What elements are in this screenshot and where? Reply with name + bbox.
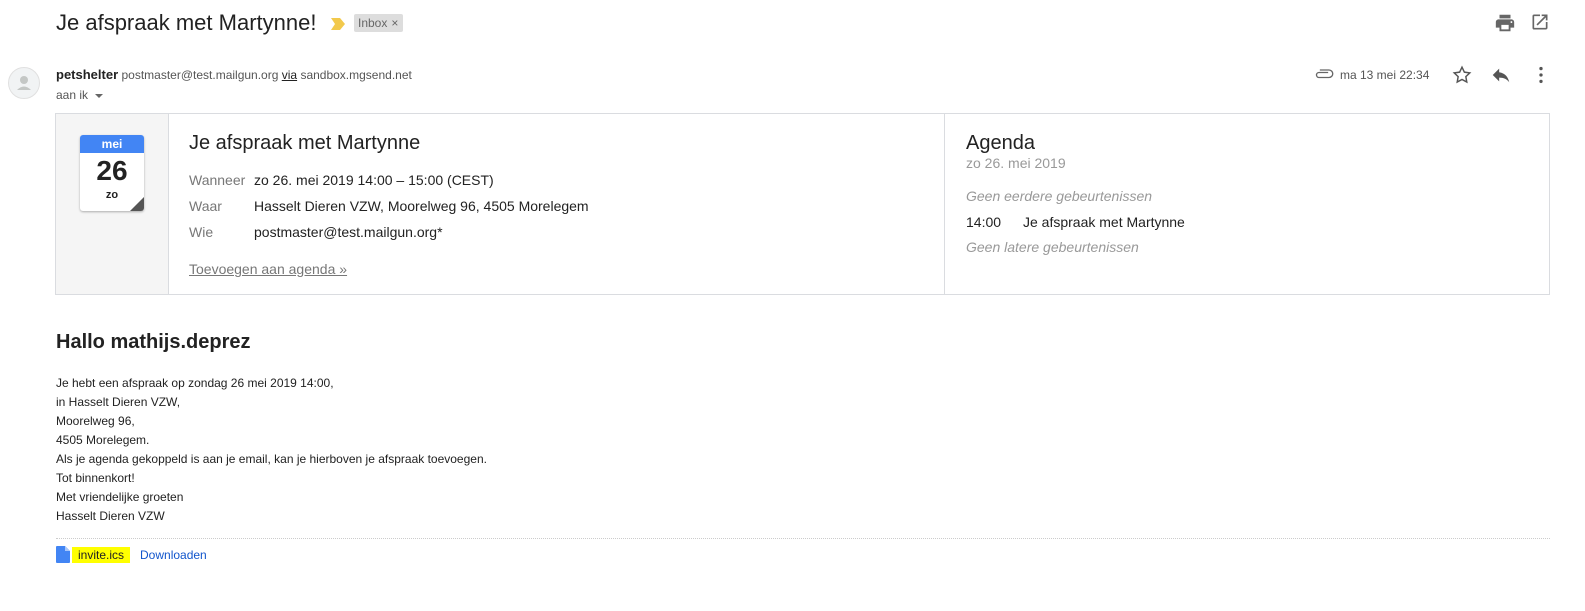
more-options-icon[interactable] [1530, 64, 1552, 86]
recipient-label: aan ik [56, 88, 89, 102]
who-label: Wie [189, 224, 214, 240]
star-icon[interactable] [1451, 64, 1473, 86]
agenda-date: zo 26. mei 2019 [966, 155, 1066, 171]
attachment-paperclip-icon [1314, 68, 1334, 82]
via-link[interactable]: via [282, 68, 297, 82]
sender-avatar[interactable] [8, 67, 40, 99]
chevron-down-icon[interactable] [91, 88, 104, 102]
attachment-row: invite.ics Downloaden [56, 546, 207, 563]
recipient-details-toggle[interactable]: aan ik [56, 88, 104, 102]
agenda-event-time: 14:00 [966, 214, 1002, 230]
body-line: Als je agenda gekoppeld is aan je email,… [56, 452, 487, 466]
sender-name[interactable]: petshelter [56, 67, 118, 82]
calendar-day: 26 [96, 155, 128, 186]
email-greeting: Hallo mathijs.deprez [56, 331, 251, 353]
attachment-file-name[interactable]: invite.ics [72, 546, 131, 563]
open-in-new-window-icon[interactable] [1530, 12, 1552, 34]
remove-label-icon[interactable]: × [391, 16, 398, 30]
agenda-panel: Agenda zo 26. mei 2019 Geen eerdere gebe… [944, 114, 1550, 294]
event-when-row: Wanneer zo 26. mei 2019 14:00 – 15:00 (C… [189, 167, 929, 193]
where-label: Waar [189, 198, 222, 214]
calendar-page-fold [130, 197, 144, 211]
importance-marker-icon[interactable] [330, 17, 346, 35]
event-title: Je afspraak met Martynne [189, 132, 421, 154]
attachment-divider [56, 538, 1550, 539]
inbox-label-text: Inbox [358, 16, 388, 30]
via-domain: sandbox.mgsend.net [300, 68, 412, 82]
body-line: Hasselt Dieren VZW [56, 509, 165, 523]
who-value: postmaster@test.mailgun.org* [254, 224, 443, 240]
email-body: Je hebt een afspraak op zondag 26 mei 20… [56, 374, 487, 526]
event-where-row: Waar Hasselt Dieren VZW, Moorelweg 96, 4… [189, 193, 929, 219]
calendar-date-icon: mei 26 zo [80, 135, 144, 211]
file-icon [56, 546, 70, 563]
add-to-calendar-link[interactable]: Toevoegen aan agenda » [189, 261, 347, 277]
event-details: Je afspraak met Martynne Wanneer zo 26. … [189, 132, 929, 279]
event-who-row: Wie postmaster@test.mailgun.org* [189, 219, 929, 245]
body-line: in Hasselt Dieren VZW, [56, 395, 181, 409]
body-line: Je hebt een afspraak op zondag 26 mei 20… [56, 376, 334, 390]
agenda-no-later-events: Geen latere gebeurtenissen [966, 239, 1139, 255]
message-date-area: ma 13 mei 22:34 [1314, 68, 1429, 82]
where-value: Hasselt Dieren VZW, Moorelweg 96, 4505 M… [254, 198, 589, 214]
sender-email: postmaster@test.mailgun.org [121, 68, 279, 82]
email-subject: Je afspraak met Martynne! [56, 10, 317, 35]
agenda-no-earlier-events: Geen eerdere gebeurtenissen [966, 188, 1153, 204]
body-line: Tot binnenkort! [56, 471, 135, 485]
sender-line: petshelter postmaster@test.mailgun.org v… [56, 67, 412, 82]
download-link[interactable]: Downloaden [140, 548, 207, 562]
calendar-month: mei [80, 135, 144, 153]
when-value: zo 26. mei 2019 14:00 – 15:00 (CEST) [254, 172, 494, 188]
calendar-date-column: mei 26 zo [56, 114, 169, 294]
body-line: Met vriendelijke groeten [56, 490, 184, 504]
message-date: ma 13 mei 22:34 [1340, 68, 1430, 82]
print-icon[interactable] [1494, 12, 1516, 34]
agenda-event[interactable]: 14:00 Je afspraak met Martynne [966, 214, 1185, 230]
inbox-label-chip: Inbox × [354, 14, 404, 32]
reply-icon[interactable] [1490, 64, 1512, 86]
agenda-title: Agenda [966, 132, 1035, 154]
agenda-event-title: Je afspraak met Martynne [1023, 214, 1185, 230]
body-line: Moorelweg 96, [56, 414, 135, 428]
body-line: 4505 Morelegem. [56, 433, 150, 447]
when-label: Wanneer [189, 172, 246, 188]
calendar-invitation-card: mei 26 zo Je afspraak met Martynne Wanne… [55, 113, 1550, 295]
